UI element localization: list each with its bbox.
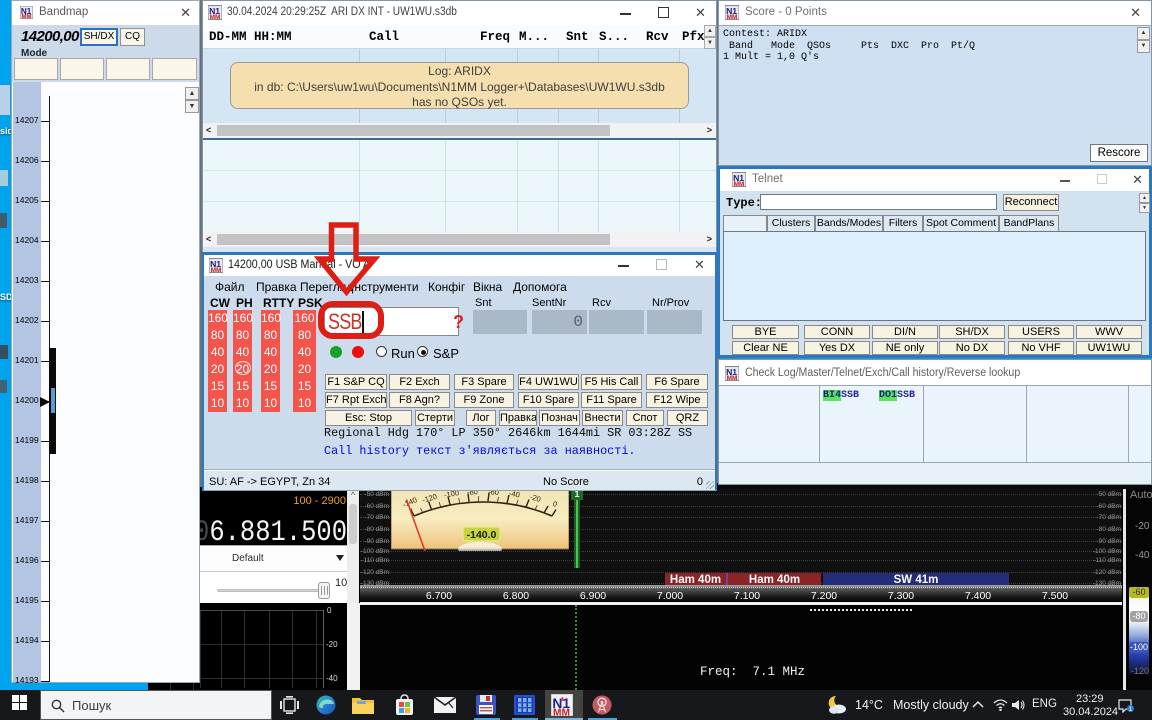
svg-text:MM: MM [734, 181, 745, 187]
svg-text:+: + [560, 694, 565, 703]
svg-text:MM: MM [22, 15, 32, 20]
svg-text:MM: MM [727, 14, 738, 20]
svg-text:MM: MM [211, 267, 222, 273]
svg-text:MM: MM [727, 375, 738, 381]
svg-text:MM: MM [553, 707, 570, 716]
svg-text:-140.0: -140.0 [467, 529, 497, 541]
svg-text:MM: MM [210, 14, 221, 20]
svg-text:1: 1 [1129, 706, 1133, 713]
